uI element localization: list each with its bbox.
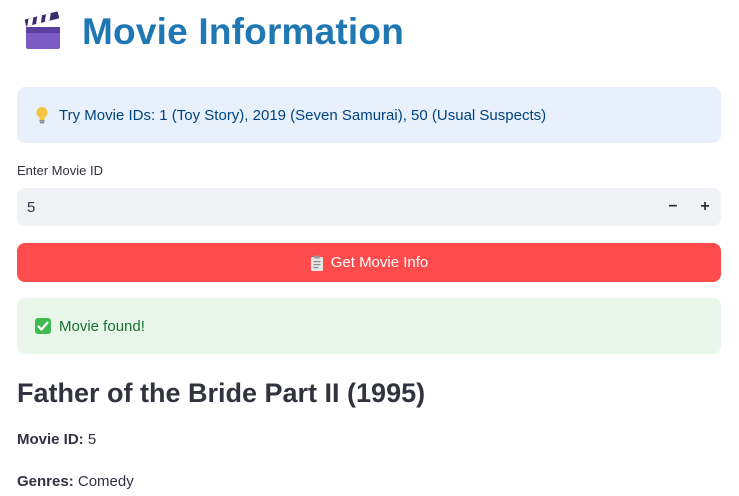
success-text: Movie found! [59,317,145,335]
decrement-button[interactable]: − [657,188,689,226]
genres-detail-label: Genres: [17,473,74,490]
page-title: Movie Information [82,11,405,52]
success-alert: Movie found! [17,298,721,354]
increment-button[interactable]: + [689,188,721,226]
movie-id-detail-value: 5 [87,431,97,448]
get-movie-info-label: Get Movie Info [330,254,429,271]
movie-title: Father of the Bride Part II (1995) [17,378,426,408]
movie-id-detail-label: Movie ID: [17,431,84,448]
genres-detail: Genres: Comedy [17,473,134,490]
info-text: Try Movie IDs: 1 (Toy Story), 2019 (Seve… [59,106,547,124]
page-header: Movie Information [22,8,404,56]
clipboard-icon [310,255,324,271]
clapperboard-icon [22,11,64,53]
movie-id-field[interactable]: 5 [17,199,657,216]
movie-id-label: Enter Movie ID [17,163,103,178]
movie-id-detail: Movie ID: 5 [17,431,96,448]
movie-id-number-input[interactable]: 5 − + [17,188,721,226]
lightbulb-icon [35,106,49,124]
get-movie-info-button[interactable]: Get Movie Info [17,243,721,282]
check-mark-icon [35,318,51,334]
info-alert: Try Movie IDs: 1 (Toy Story), 2019 (Seve… [17,87,721,143]
genres-detail-value: Comedy [77,473,134,490]
